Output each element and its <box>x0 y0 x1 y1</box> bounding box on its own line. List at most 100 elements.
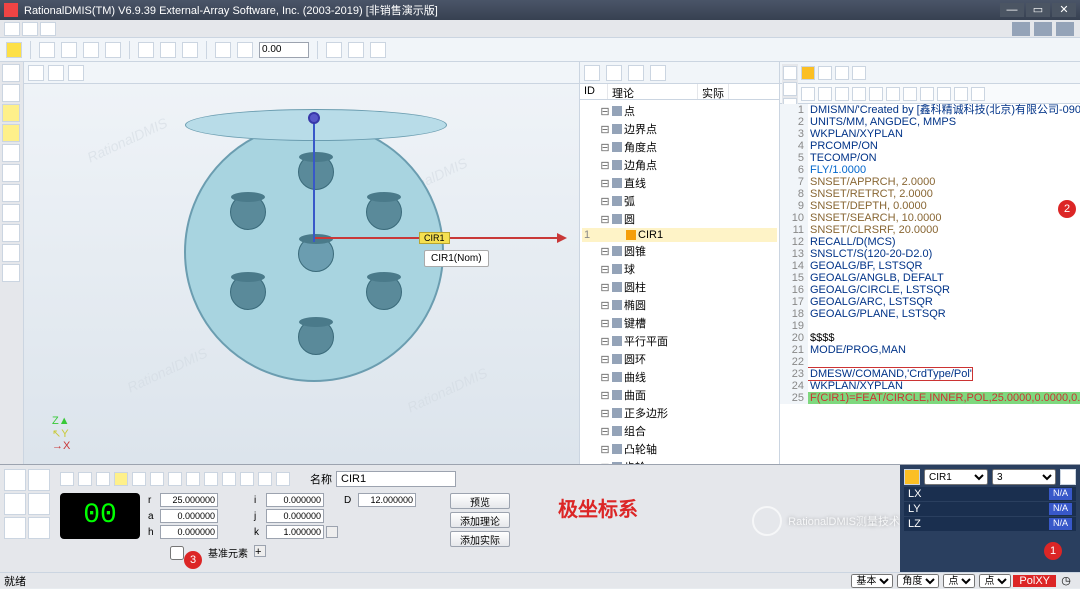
code-line[interactable]: 8SNSET/RETRCT, 2.0000 <box>780 188 1080 200</box>
ft-ellipse-icon[interactable] <box>150 472 164 486</box>
bl-misc-icon[interactable] <box>28 517 50 539</box>
code-line[interactable]: 13SNSLCT/S(120-20-D2.0) <box>780 248 1080 260</box>
ce-cut-icon[interactable] <box>835 87 849 101</box>
tree-tool-3-icon[interactable] <box>628 65 644 81</box>
tree-item[interactable]: ⊟边界点 <box>582 120 777 138</box>
tree-item[interactable]: ⊟点 <box>582 102 777 120</box>
open-icon[interactable] <box>39 42 55 58</box>
tool-icon-8[interactable] <box>326 42 342 58</box>
col-actual[interactable]: 实际 <box>698 84 729 99</box>
settings-icon[interactable] <box>1056 22 1074 36</box>
tree-item[interactable]: ⊟球 <box>582 260 777 278</box>
tool-icon-3[interactable] <box>138 42 154 58</box>
tree-tool-1-icon[interactable] <box>584 65 600 81</box>
tree-item[interactable]: 1CIR1 <box>582 228 777 242</box>
d-input[interactable] <box>358 493 416 507</box>
ft-line-icon[interactable] <box>78 472 92 486</box>
code-line[interactable]: 1DMISMN/'Created by [鑫科精诚科技(北京)有限公司-0901… <box>780 104 1080 116</box>
toolbar-value-input[interactable] <box>259 42 309 58</box>
tree-item[interactable]: ⊟角度点 <box>582 138 777 156</box>
palette-icon[interactable] <box>1012 22 1030 36</box>
tree-item[interactable]: ⊟圆柱 <box>582 278 777 296</box>
vtool-axis-icon[interactable] <box>2 244 20 262</box>
code-line[interactable]: 15GEOALG/ANGLB, DEFALT <box>780 272 1080 284</box>
tree-tool-2-icon[interactable] <box>606 65 622 81</box>
chevron-down-icon[interactable]: ▾ <box>1060 469 1076 485</box>
hole-4[interactable] <box>298 319 334 355</box>
tool-icon-7[interactable] <box>237 42 253 58</box>
inc-icon[interactable]: + <box>254 545 266 557</box>
code-line[interactable]: 25F(CIR1)=FEAT/CIRCLE,INNER,POL,25.0000,… <box>780 392 1080 404</box>
ce-icon-10[interactable] <box>937 87 951 101</box>
tree-item[interactable]: ⊟正多边形 <box>582 404 777 422</box>
tool-icon-10[interactable] <box>370 42 386 58</box>
status-basic-select[interactable]: 基本 <box>851 574 893 588</box>
tree-item[interactable]: ⊟椭圆 <box>582 296 777 314</box>
bl-shape-icon[interactable] <box>28 469 50 491</box>
cp-icon-5[interactable] <box>852 66 866 80</box>
code-line[interactable]: 10SNSET/SEARCH, 10.0000 <box>780 212 1080 224</box>
code-line[interactable]: 3WKPLAN/XYPLAN <box>780 128 1080 140</box>
code-line[interactable]: 22 <box>780 356 1080 368</box>
hole-3[interactable] <box>366 274 402 310</box>
home-icon[interactable] <box>6 42 22 58</box>
col-id[interactable]: ID <box>580 84 608 99</box>
tree-item[interactable]: ⊟直线 <box>582 174 777 192</box>
tree-tool-4-icon[interactable] <box>650 65 666 81</box>
vtool-select-icon[interactable] <box>2 64 20 82</box>
code-line[interactable]: 9SNSET/DEPTH, 0.0000 <box>780 200 1080 212</box>
hole-center[interactable] <box>298 236 334 272</box>
tree-item[interactable]: ⊟齿轮 <box>582 458 777 464</box>
bl-tol-icon[interactable] <box>28 493 50 515</box>
ce-icon-11[interactable] <box>954 87 968 101</box>
vtool-rotate-icon[interactable] <box>2 144 20 162</box>
tree-item[interactable]: ⊟凸轮轴 <box>582 440 777 458</box>
feature-label[interactable]: CIR1 <box>419 232 450 244</box>
lock-k-icon[interactable] <box>326 526 338 538</box>
vtool-paint-icon[interactable] <box>2 204 20 222</box>
polxy-button[interactable]: PolXY <box>1013 575 1056 587</box>
vp-icon-3[interactable] <box>68 65 84 81</box>
vp-save-icon[interactable] <box>28 65 44 81</box>
bl-wrench-icon[interactable] <box>4 517 26 539</box>
j-input[interactable] <box>266 509 324 523</box>
code-line[interactable]: 6FLY/1.0000 <box>780 164 1080 176</box>
ft-surf-icon[interactable] <box>276 472 290 486</box>
col-theory[interactable]: 理论 <box>608 84 698 99</box>
vtool-layer-icon[interactable] <box>2 264 20 282</box>
code-line[interactable]: 19 <box>780 320 1080 332</box>
status-point-select[interactable]: 点 <box>979 574 1011 588</box>
cp-icon-4[interactable] <box>835 66 849 80</box>
tree-item[interactable]: ⊟曲线 <box>582 368 777 386</box>
ce-paste-icon[interactable] <box>869 87 883 101</box>
ft-sphere-icon[interactable] <box>222 472 236 486</box>
code-line[interactable]: 21MODE/PROG,MAN <box>780 344 1080 356</box>
ft-cyl-icon[interactable] <box>186 472 200 486</box>
a-input[interactable] <box>160 509 218 523</box>
i-input[interactable] <box>266 493 324 507</box>
k-input[interactable] <box>266 525 324 539</box>
hole-6[interactable] <box>230 194 266 230</box>
add-theory-button[interactable]: 添加理论 <box>450 512 510 528</box>
feature-select[interactable]: CIR1 <box>924 469 988 485</box>
code-line[interactable]: 20$$$$ <box>780 332 1080 344</box>
feature-tree[interactable]: ⊟点⊟边界点⊟角度点⊟边角点⊟直线⊟弧⊟圆1CIR1⊟圆锥⊟球⊟圆柱⊟椭圆⊟键槽… <box>580 100 779 464</box>
tree-item[interactable]: ⊟圆锥 <box>582 242 777 260</box>
code-line[interactable]: 5TECOMP/ON <box>780 152 1080 164</box>
tool-icon-6[interactable] <box>215 42 231 58</box>
code-editor[interactable]: 1DMISMN/'Created by [鑫科精诚科技(北京)有限公司-0901… <box>780 104 1080 464</box>
feature-name-input[interactable] <box>336 471 456 487</box>
code-line[interactable]: 17GEOALG/ARC, LSTSQR <box>780 296 1080 308</box>
tree-item[interactable]: ⊟圆 <box>582 210 777 228</box>
vtool-cube-icon[interactable] <box>2 164 20 182</box>
cp-doc-icon[interactable] <box>818 66 832 80</box>
bl-cube-icon[interactable] <box>4 469 26 491</box>
menu-icon-3[interactable] <box>40 22 56 36</box>
menu-icon-1[interactable] <box>4 22 20 36</box>
code-line[interactable]: 4PRCOMP/ON <box>780 140 1080 152</box>
tree-item[interactable]: ⊟曲面 <box>582 386 777 404</box>
preview-button[interactable]: 预览 <box>450 493 510 509</box>
menu-icon-2[interactable] <box>22 22 38 36</box>
ft-torus-icon[interactable] <box>240 472 254 486</box>
tree-item[interactable]: ⊟边角点 <box>582 156 777 174</box>
